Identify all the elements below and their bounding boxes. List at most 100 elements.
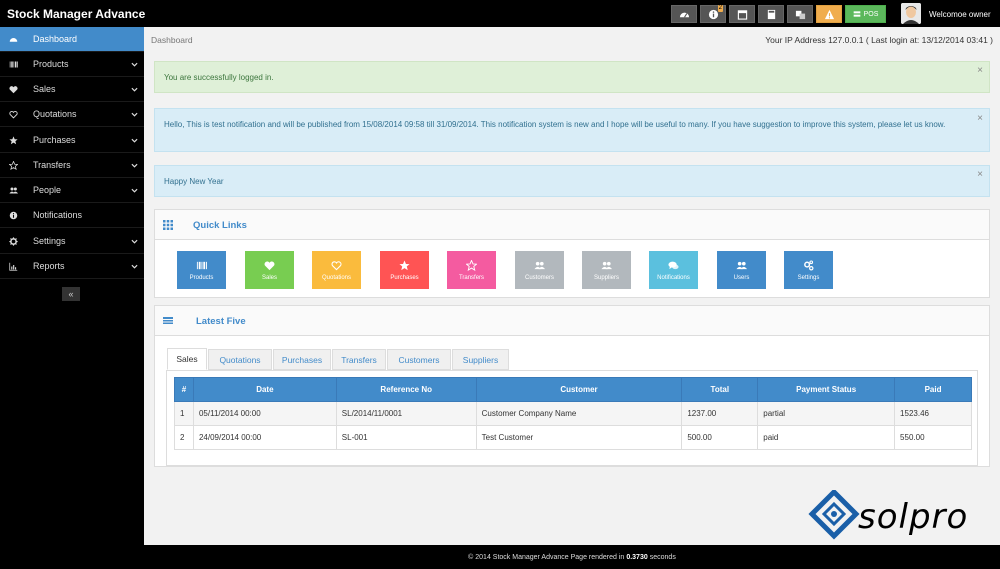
quick-link-label: Sales — [261, 274, 277, 281]
render-time: 0.3730 — [626, 553, 648, 561]
welcome-text[interactable]: Welcomoe owner — [929, 10, 991, 19]
sidebar-item-label: People — [33, 185, 62, 195]
alert-text: You are successfully logged in. — [164, 72, 274, 82]
quick-link-products[interactable]: Products — [177, 251, 226, 289]
table-cell: SL-001 — [335, 425, 477, 450]
table-header-row: # Date Reference No Customer Total Payme… — [174, 377, 972, 402]
gears-icon — [804, 259, 814, 270]
dashboard-icon — [9, 37, 17, 42]
sidebar-item-products[interactable]: Products — [0, 52, 144, 77]
column-header[interactable]: Customer — [475, 377, 683, 402]
sidebar-item-dashboard[interactable]: Dashboard — [0, 27, 144, 52]
chevron-down-icon — [131, 163, 138, 168]
alerts-button[interactable]: 2 — [700, 5, 726, 23]
tab-customers[interactable]: Customers — [387, 349, 451, 370]
sidebar-item-label: Dashboard — [33, 34, 78, 44]
close-icon[interactable]: × — [977, 169, 983, 180]
alert-text: Happy New Year — [164, 176, 224, 186]
calculator-button[interactable] — [758, 5, 784, 23]
users-icon — [601, 261, 612, 269]
column-header[interactable]: Total — [681, 377, 759, 402]
sidebar-item-purchases[interactable]: Purchases — [0, 128, 144, 153]
alert-notification: Hello, This is test notification and wil… — [154, 108, 990, 152]
latest-five-panel: Latest Five Sales Quotations Purchases T… — [154, 305, 990, 467]
quick-link-suppliers[interactable]: Suppliers — [582, 251, 631, 289]
table-cell: 550.00 — [894, 425, 972, 450]
close-icon[interactable]: × — [977, 112, 983, 125]
comments-icon — [668, 261, 679, 269]
table-cell: 1237.00 — [681, 401, 759, 426]
quick-link-label: Products — [189, 274, 214, 281]
quick-link-quotations[interactable]: Quotations — [312, 251, 361, 289]
chevron-down-icon — [131, 112, 138, 117]
tab-quotations[interactable]: Quotations — [208, 349, 272, 370]
quick-link-customers[interactable]: Customers — [515, 251, 564, 289]
chevron-down-icon — [131, 188, 138, 193]
language-button[interactable] — [787, 5, 813, 23]
column-header[interactable]: # — [174, 377, 194, 402]
warning-button[interactable] — [816, 5, 842, 23]
sidebar-item-sales[interactable]: Sales — [0, 77, 144, 102]
sidebar-item-quotations[interactable]: Quotations — [0, 102, 144, 127]
panel-title: Quick Links — [193, 220, 247, 231]
table-cell: Customer Company Name — [475, 401, 683, 426]
solpro-logo-text: solpro — [858, 497, 969, 537]
table-cell: Test Customer — [475, 425, 683, 450]
dashboard-button[interactable] — [671, 5, 697, 23]
quick-link-label: Notifications — [657, 274, 690, 281]
column-header[interactable]: Payment Status — [757, 377, 896, 402]
column-header[interactable]: Date — [192, 377, 337, 402]
table-row[interactable]: 1 05/11/2014 00:00 SL/2014/11/0001 Custo… — [174, 401, 972, 426]
top-bar: Stock Manager Advance 2 POS Welcomoe own… — [0, 0, 1000, 27]
table-cell: SL/2014/11/0001 — [335, 401, 477, 426]
alert-text: Hello, This is test notification and wil… — [164, 120, 946, 129]
quick-link-purchases[interactable]: Purchases — [380, 251, 429, 289]
language-icon — [795, 10, 805, 19]
star-outline-icon — [8, 160, 18, 170]
sidebar-item-label: Quotations — [33, 109, 77, 119]
quick-link-notifications[interactable]: Notifications — [649, 251, 698, 289]
calculator-icon — [767, 9, 775, 19]
quick-link-label: Customers — [524, 274, 554, 281]
sidebar-collapse-button[interactable]: « — [62, 287, 80, 301]
quick-link-label: Transfers — [458, 274, 485, 281]
pos-icon — [853, 11, 860, 17]
sidebar-item-settings[interactable]: Settings — [0, 229, 144, 254]
main-content: Dashboard Your IP Address 127.0.0.1 ( La… — [144, 27, 1000, 545]
quick-link-label: Quotations — [321, 274, 352, 281]
tab-sales[interactable]: Sales — [167, 348, 207, 370]
quick-link-label: Purchases — [390, 274, 419, 281]
app-title[interactable]: Stock Manager Advance — [7, 7, 145, 21]
sidebar-item-label: Transfers — [33, 160, 71, 170]
table-row[interactable]: 2 24/09/2014 00:00 SL-001 Test Customer … — [174, 425, 972, 450]
close-icon[interactable]: × — [977, 65, 983, 76]
chevron-down-icon — [131, 264, 138, 269]
quick-link-label: Suppliers — [593, 274, 619, 281]
footer: © 2014 Stock Manager Advance Page render… — [144, 545, 1000, 569]
breadcrumb[interactable]: Dashboard — [151, 35, 193, 45]
quick-link-transfers[interactable]: Transfers — [447, 251, 496, 289]
quick-link-sales[interactable]: Sales — [245, 251, 294, 289]
sidebar-item-people[interactable]: People — [0, 178, 144, 203]
tab-suppliers[interactable]: Suppliers — [452, 349, 509, 370]
pos-button[interactable]: POS — [845, 5, 886, 23]
sidebar-item-label: Sales — [33, 84, 56, 94]
avatar[interactable] — [901, 3, 921, 24]
calendar-button[interactable] — [729, 5, 755, 23]
column-header[interactable]: Paid — [894, 377, 972, 402]
sidebar: Dashboard Products Sales Quotations Purc… — [0, 27, 144, 545]
sidebar-item-transfers[interactable]: Transfers — [0, 153, 144, 178]
sidebar-item-reports[interactable]: Reports — [0, 254, 144, 279]
quick-link-users[interactable]: Users — [717, 251, 766, 289]
tab-transfers[interactable]: Transfers — [332, 349, 386, 370]
column-header[interactable]: Reference No — [335, 377, 477, 402]
sidebar-item-label: Products — [33, 59, 69, 69]
tab-purchases[interactable]: Purchases — [273, 349, 331, 370]
heart-icon — [8, 85, 18, 93]
sidebar-item-notifications[interactable]: Notifications — [0, 203, 144, 228]
latest-sales-table: # Date Reference No Customer Total Payme… — [174, 377, 972, 450]
dashboard-icon — [679, 12, 689, 18]
quick-link-settings[interactable]: Settings — [784, 251, 833, 289]
barcode-icon — [196, 261, 207, 269]
panel-header: Latest Five — [155, 306, 989, 336]
